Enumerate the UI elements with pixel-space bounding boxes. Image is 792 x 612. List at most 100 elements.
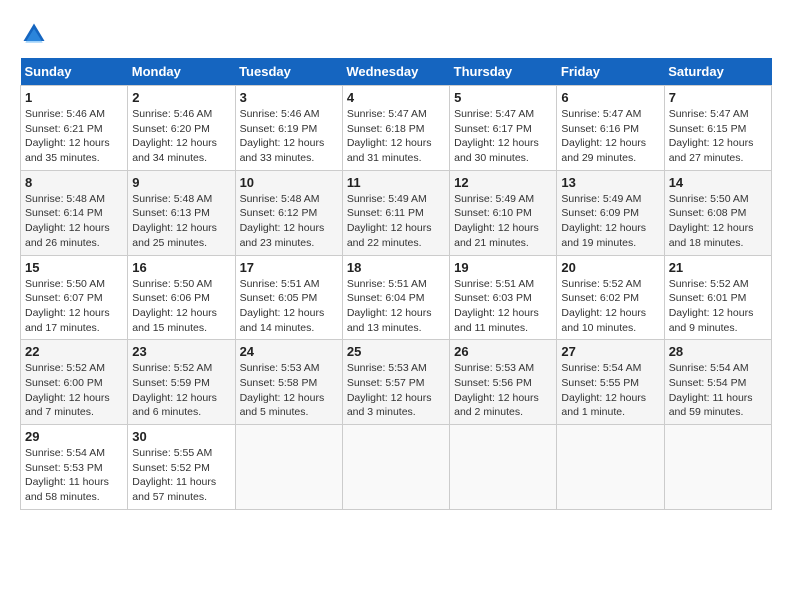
col-header-saturday: Saturday	[664, 58, 771, 86]
day-info: Sunrise: 5:52 AMSunset: 6:01 PMDaylight:…	[669, 277, 767, 336]
day-info: Sunrise: 5:49 AMSunset: 6:09 PMDaylight:…	[561, 192, 659, 251]
day-number: 28	[669, 344, 767, 359]
col-header-friday: Friday	[557, 58, 664, 86]
day-cell-25: 25 Sunrise: 5:53 AMSunset: 5:57 PMDayligh…	[342, 340, 449, 425]
day-number: 27	[561, 344, 659, 359]
day-number: 8	[25, 175, 123, 190]
day-info: Sunrise: 5:51 AMSunset: 6:03 PMDaylight:…	[454, 277, 552, 336]
day-cell-22: 22 Sunrise: 5:52 AMSunset: 6:00 PMDayligh…	[21, 340, 128, 425]
week-row-5: 29 Sunrise: 5:54 AMSunset: 5:53 PMDayligh…	[21, 425, 772, 510]
day-cell-12: 12 Sunrise: 5:49 AMSunset: 6:10 PMDayligh…	[450, 170, 557, 255]
day-number: 17	[240, 260, 338, 275]
day-info: Sunrise: 5:54 AMSunset: 5:53 PMDaylight:…	[25, 446, 123, 505]
day-number: 12	[454, 175, 552, 190]
day-number: 23	[132, 344, 230, 359]
day-info: Sunrise: 5:52 AMSunset: 6:02 PMDaylight:…	[561, 277, 659, 336]
day-cell-3: 3 Sunrise: 5:46 AMSunset: 6:19 PMDaylight…	[235, 86, 342, 171]
day-number: 30	[132, 429, 230, 444]
day-cell-2: 2Sunrise: 5:46 AMSunset: 6:20 PMDaylight…	[128, 86, 235, 171]
day-cell-24: 24 Sunrise: 5:53 AMSunset: 5:58 PMDayligh…	[235, 340, 342, 425]
day-number: 7	[669, 90, 767, 105]
col-header-sunday: Sunday	[21, 58, 128, 86]
day-number: 3	[240, 90, 338, 105]
col-header-thursday: Thursday	[450, 58, 557, 86]
day-number: 6	[561, 90, 659, 105]
col-header-monday: Monday	[128, 58, 235, 86]
week-row-1: 1 Sunrise: 5:46 AMSunset: 6:21 PMDaylight…	[21, 86, 772, 171]
day-number: 20	[561, 260, 659, 275]
empty-cell	[235, 425, 342, 510]
day-number: 21	[669, 260, 767, 275]
day-info: Sunrise: 5:50 AMSunset: 6:06 PMDaylight:…	[132, 277, 230, 336]
day-info: Sunrise: 5:47 AMSunset: 6:16 PMDaylight:…	[561, 107, 659, 166]
day-cell-13: 13 Sunrise: 5:49 AMSunset: 6:09 PMDayligh…	[557, 170, 664, 255]
day-info: Sunrise: 5:47 AMSunset: 6:15 PMDaylight:…	[669, 107, 767, 166]
day-cell-21: 21 Sunrise: 5:52 AMSunset: 6:01 PMDayligh…	[664, 255, 771, 340]
day-cell-14: 14 Sunrise: 5:50 AMSunset: 6:08 PMDayligh…	[664, 170, 771, 255]
day-cell-8: 8 Sunrise: 5:48 AMSunset: 6:14 PMDaylight…	[21, 170, 128, 255]
page-header	[20, 20, 772, 48]
day-cell-7: 7 Sunrise: 5:47 AMSunset: 6:15 PMDaylight…	[664, 86, 771, 171]
day-number: 22	[25, 344, 123, 359]
day-info: Sunrise: 5:48 AMSunset: 6:12 PMDaylight:…	[240, 192, 338, 251]
day-number: 1	[25, 90, 123, 105]
day-cell-28: 28 Sunrise: 5:54 AMSunset: 5:54 PMDayligh…	[664, 340, 771, 425]
day-info: Sunrise: 5:50 AMSunset: 6:08 PMDaylight:…	[669, 192, 767, 251]
day-number: 5	[454, 90, 552, 105]
day-info: Sunrise: 5:51 AMSunset: 6:05 PMDaylight:…	[240, 277, 338, 336]
day-info: Sunrise: 5:53 AMSunset: 5:57 PMDaylight:…	[347, 361, 445, 420]
week-row-2: 8 Sunrise: 5:48 AMSunset: 6:14 PMDaylight…	[21, 170, 772, 255]
day-cell-26: 26 Sunrise: 5:53 AMSunset: 5:56 PMDayligh…	[450, 340, 557, 425]
day-cell-1: 1 Sunrise: 5:46 AMSunset: 6:21 PMDaylight…	[21, 86, 128, 171]
logo-icon	[20, 20, 48, 48]
day-cell-4: 4 Sunrise: 5:47 AMSunset: 6:18 PMDaylight…	[342, 86, 449, 171]
day-info: Sunrise: 5:54 AMSunset: 5:55 PMDaylight:…	[561, 361, 659, 420]
day-cell-19: 19 Sunrise: 5:51 AMSunset: 6:03 PMDayligh…	[450, 255, 557, 340]
day-info: Sunrise: 5:48 AMSunset: 6:13 PMDaylight:…	[132, 192, 230, 251]
day-number: 11	[347, 175, 445, 190]
day-number: 13	[561, 175, 659, 190]
day-number: 4	[347, 90, 445, 105]
day-info: Sunrise: 5:52 AMSunset: 6:00 PMDaylight:…	[25, 361, 123, 420]
day-info: Sunrise: 5:55 AMSunset: 5:52 PMDaylight:…	[132, 446, 230, 505]
day-info: Sunrise: 5:46 AMSunset: 6:21 PMDaylight:…	[25, 107, 123, 166]
day-number: 19	[454, 260, 552, 275]
day-info: Sunrise: 5:54 AMSunset: 5:54 PMDaylight:…	[669, 361, 767, 420]
day-number: 10	[240, 175, 338, 190]
day-cell-30: 30 Sunrise: 5:55 AMSunset: 5:52 PMDayligh…	[128, 425, 235, 510]
day-info: Sunrise: 5:53 AMSunset: 5:58 PMDaylight:…	[240, 361, 338, 420]
day-info: Sunrise: 5:50 AMSunset: 6:07 PMDaylight:…	[25, 277, 123, 336]
day-cell-16: 16 Sunrise: 5:50 AMSunset: 6:06 PMDayligh…	[128, 255, 235, 340]
day-info: Sunrise: 5:48 AMSunset: 6:14 PMDaylight:…	[25, 192, 123, 251]
empty-cell	[557, 425, 664, 510]
day-cell-17: 17 Sunrise: 5:51 AMSunset: 6:05 PMDayligh…	[235, 255, 342, 340]
week-row-4: 22 Sunrise: 5:52 AMSunset: 6:00 PMDayligh…	[21, 340, 772, 425]
col-header-wednesday: Wednesday	[342, 58, 449, 86]
day-number: 14	[669, 175, 767, 190]
day-number: 18	[347, 260, 445, 275]
calendar-table: SundayMondayTuesdayWednesdayThursdayFrid…	[20, 58, 772, 510]
day-cell-27: 27 Sunrise: 5:54 AMSunset: 5:55 PMDayligh…	[557, 340, 664, 425]
day-info: Sunrise: 5:49 AMSunset: 6:11 PMDaylight:…	[347, 192, 445, 251]
col-header-tuesday: Tuesday	[235, 58, 342, 86]
day-number: 26	[454, 344, 552, 359]
day-number: 15	[25, 260, 123, 275]
day-cell-18: 18Sunrise: 5:51 AMSunset: 6:04 PMDayligh…	[342, 255, 449, 340]
day-cell-6: 6 Sunrise: 5:47 AMSunset: 6:16 PMDaylight…	[557, 86, 664, 171]
day-cell-5: 5Sunrise: 5:47 AMSunset: 6:17 PMDaylight…	[450, 86, 557, 171]
day-number: 29	[25, 429, 123, 444]
day-number: 9	[132, 175, 230, 190]
day-info: Sunrise: 5:49 AMSunset: 6:10 PMDaylight:…	[454, 192, 552, 251]
week-row-3: 15 Sunrise: 5:50 AMSunset: 6:07 PMDayligh…	[21, 255, 772, 340]
day-info: Sunrise: 5:46 AMSunset: 6:19 PMDaylight:…	[240, 107, 338, 166]
logo	[20, 20, 52, 48]
day-info: Sunrise: 5:53 AMSunset: 5:56 PMDaylight:…	[454, 361, 552, 420]
day-cell-9: 9 Sunrise: 5:48 AMSunset: 6:13 PMDaylight…	[128, 170, 235, 255]
empty-cell	[664, 425, 771, 510]
day-number: 24	[240, 344, 338, 359]
days-header-row: SundayMondayTuesdayWednesdayThursdayFrid…	[21, 58, 772, 86]
day-cell-11: 11 Sunrise: 5:49 AMSunset: 6:11 PMDayligh…	[342, 170, 449, 255]
day-number: 16	[132, 260, 230, 275]
day-info: Sunrise: 5:47 AMSunset: 6:18 PMDaylight:…	[347, 107, 445, 166]
day-number: 25	[347, 344, 445, 359]
